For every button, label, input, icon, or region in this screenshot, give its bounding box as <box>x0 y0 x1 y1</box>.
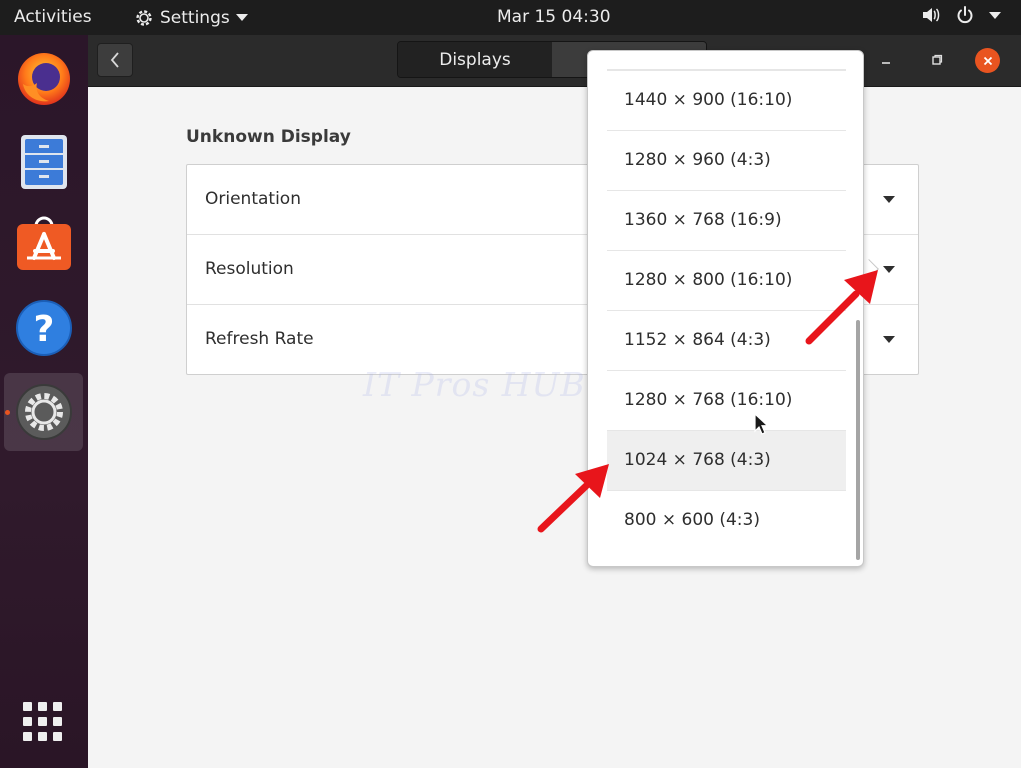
resolution-option-label: 800 × 600 (4:3) <box>624 510 760 530</box>
resolution-option[interactable]: 1280 × 960 (4:3) <box>607 130 846 190</box>
gear-icon <box>136 9 152 26</box>
top-bar: Activities Settings Mar 15 04:30 <box>0 0 1021 35</box>
tab-displays[interactable]: Displays <box>398 42 552 77</box>
maximize-button[interactable] <box>926 49 948 71</box>
mouse-cursor-icon <box>754 413 768 435</box>
resolution-option-label: 1440 × 900 (16:10) <box>624 90 793 110</box>
annotation-arrow-icon <box>805 270 878 345</box>
volume-icon <box>923 8 940 22</box>
resolution-option-selected[interactable]: 1024 × 768 (4:3) <box>607 430 846 490</box>
desktop: Activities Settings Mar 15 04:30 ? Displ… <box>0 0 1021 768</box>
dock: ? <box>0 35 88 768</box>
header-bar: Displays N <box>88 35 1021 87</box>
scroll-fade <box>607 51 846 70</box>
software-icon <box>16 216 71 270</box>
resolution-option-label: 1152 × 864 (4:3) <box>624 330 771 350</box>
annotation-arrow-icon <box>537 464 609 533</box>
resolution-option[interactable]: 1360 × 768 (16:9) <box>607 190 846 250</box>
dock-item-files[interactable] <box>4 123 83 201</box>
close-button[interactable] <box>975 48 1000 73</box>
activities-button[interactable]: Activities <box>14 7 92 27</box>
resolution-option-label: 1280 × 960 (4:3) <box>624 150 771 170</box>
files-icon <box>20 135 67 189</box>
svg-text:?: ? <box>33 309 54 350</box>
dock-item-settings[interactable] <box>4 373 83 451</box>
resolution-option-label: 1360 × 768 (16:9) <box>624 210 782 230</box>
resolution-option-label: 1280 × 768 (16:10) <box>624 390 793 410</box>
orientation-label: Orientation <box>205 189 301 209</box>
resolution-option[interactable]: 1440 × 900 (16:10) <box>607 70 846 130</box>
dock-item-software[interactable] <box>4 204 83 282</box>
chevron-left-icon <box>110 52 119 68</box>
close-icon <box>983 56 992 65</box>
resolution-option-label: 1280 × 800 (16:10) <box>624 270 793 290</box>
firefox-icon <box>17 53 70 105</box>
settings-window: Displays N Unknown Display <box>88 35 1021 768</box>
minimize-button[interactable] <box>875 49 897 71</box>
system-tray[interactable] <box>921 5 1001 25</box>
resolution-label: Resolution <box>205 259 294 279</box>
minimize-icon <box>882 62 890 64</box>
running-indicator <box>5 410 10 415</box>
resolution-option[interactable]: 800 × 600 (4:3) <box>607 490 846 550</box>
restore-icon <box>932 54 943 65</box>
watermark: IT Pros HUB <box>363 365 586 404</box>
dock-item-help[interactable]: ? <box>4 289 83 367</box>
power-icon <box>957 6 973 24</box>
refresh-rate-label: Refresh Rate <box>205 329 314 349</box>
chevron-down-icon <box>883 266 895 273</box>
back-button[interactable] <box>97 43 133 77</box>
app-menu-label: Settings <box>160 7 230 28</box>
help-icon: ? <box>15 300 72 356</box>
clock[interactable]: Mar 15 04:30 <box>497 7 611 27</box>
settings-icon <box>15 384 72 440</box>
popover-scrollbar[interactable] <box>856 320 860 560</box>
app-menu[interactable]: Settings <box>134 4 248 31</box>
chevron-down-icon <box>883 196 895 203</box>
chevron-down-icon <box>989 11 1001 19</box>
display-name-heading: Unknown Display <box>186 127 351 147</box>
show-apps-icon[interactable] <box>23 702 63 742</box>
dock-item-firefox[interactable] <box>4 38 83 116</box>
chevron-down-icon <box>883 336 895 343</box>
chevron-down-icon <box>235 14 248 21</box>
resolution-option-label: 1024 × 768 (4:3) <box>624 450 771 470</box>
resolution-option[interactable]: 1280 × 768 (16:10) <box>607 370 846 430</box>
